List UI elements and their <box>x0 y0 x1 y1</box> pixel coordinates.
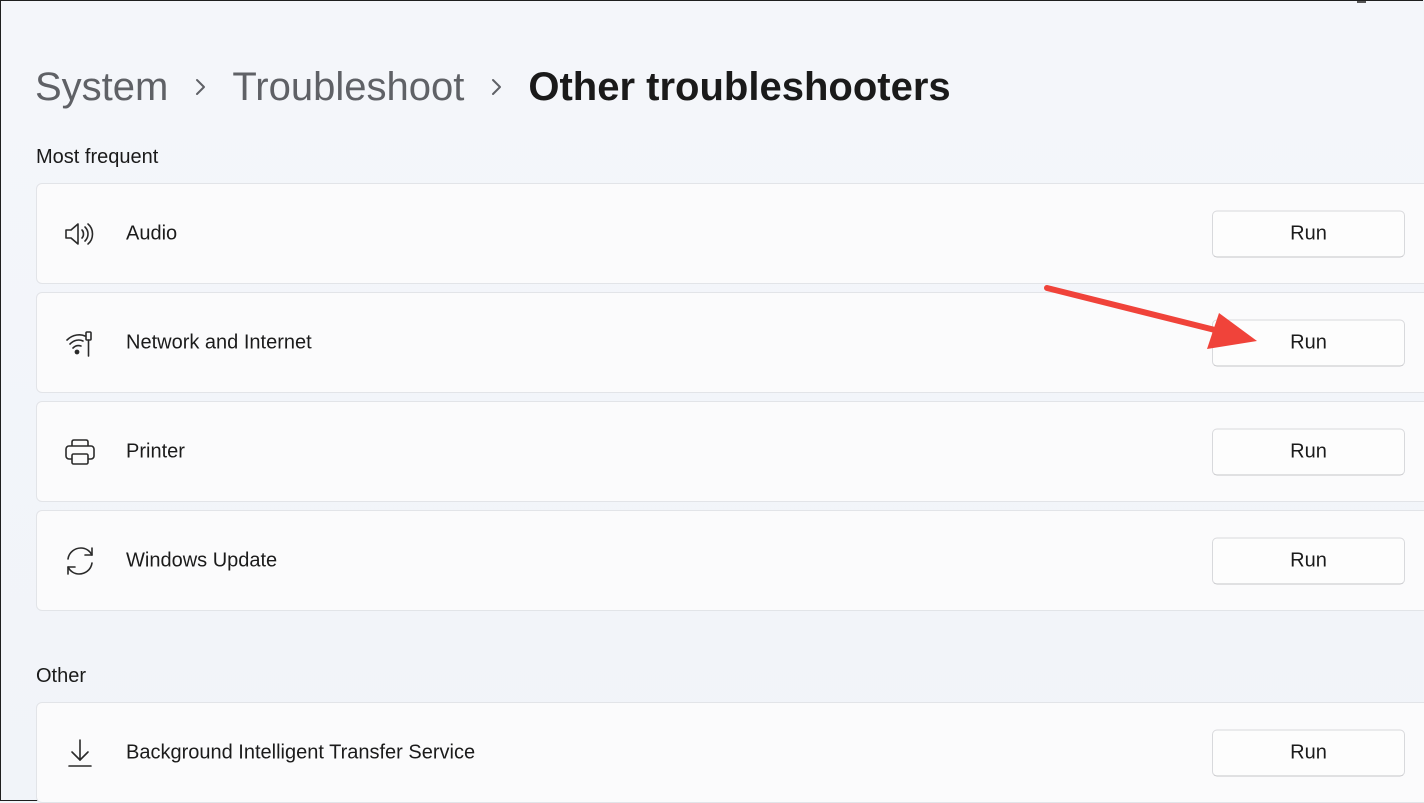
troubleshooter-label: Audio <box>126 222 178 244</box>
chevron-right-icon <box>464 77 528 97</box>
printer-icon <box>63 435 97 469</box>
breadcrumb-system[interactable]: System <box>35 65 168 110</box>
page-title: Other troubleshooters <box>528 64 951 109</box>
troubleshooter-card-windows-update: Windows Update Run <box>36 510 1424 611</box>
troubleshooter-label: Background Intelligent Transfer Service <box>126 741 476 763</box>
troubleshooter-label: Windows Update <box>126 549 278 571</box>
troubleshooter-card-bits: Background Intelligent Transfer Service … <box>36 702 1424 803</box>
run-button-bits[interactable]: Run <box>1212 729 1405 776</box>
troubleshooter-card-network: Network and Internet Run <box>36 292 1424 393</box>
section-title-other: Other <box>36 665 87 687</box>
download-icon <box>63 736 97 770</box>
settings-window: System Troubleshoot Other troubleshooter… <box>0 0 1424 803</box>
sync-icon <box>63 544 97 578</box>
run-button-network[interactable]: Run <box>1212 319 1405 366</box>
speaker-icon <box>63 217 97 251</box>
breadcrumb: System Troubleshoot Other troubleshooter… <box>35 61 951 113</box>
run-button-windows-update[interactable]: Run <box>1212 537 1405 584</box>
window-edge-mark <box>1357 1 1366 3</box>
run-button-audio[interactable]: Run <box>1212 210 1405 257</box>
chevron-right-icon <box>168 77 232 97</box>
network-icon <box>63 326 97 360</box>
run-button-printer[interactable]: Run <box>1212 428 1405 475</box>
troubleshooter-card-audio: Audio Run <box>36 183 1424 284</box>
breadcrumb-troubleshoot[interactable]: Troubleshoot <box>232 65 464 110</box>
troubleshooter-card-printer: Printer Run <box>36 401 1424 502</box>
section-title-most-frequent: Most frequent <box>36 146 159 168</box>
troubleshooter-label: Printer <box>126 440 185 462</box>
troubleshooter-label: Network and Internet <box>126 331 312 353</box>
